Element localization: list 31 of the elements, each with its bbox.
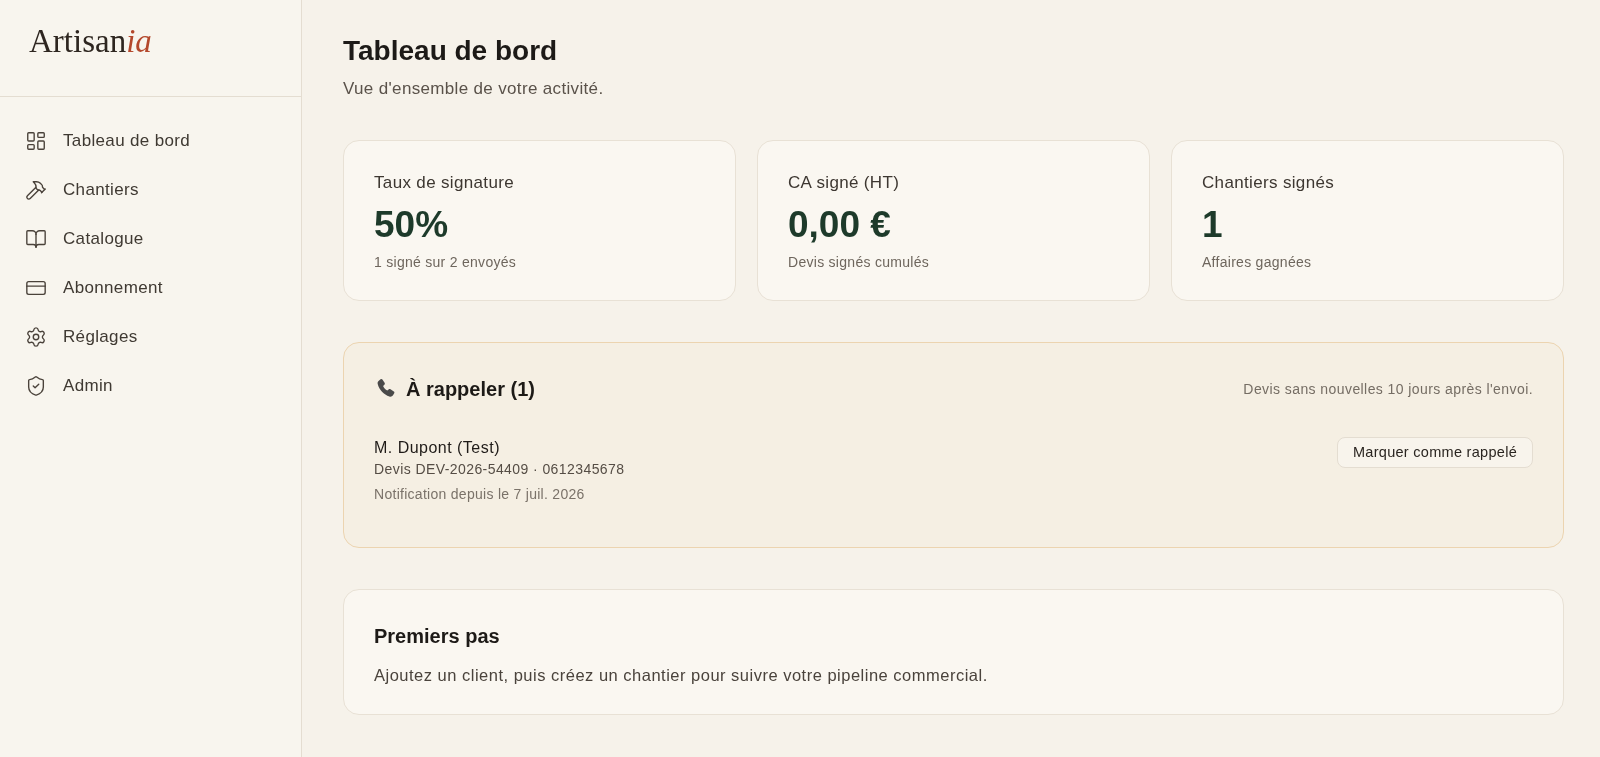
notification-date: Notification depuis le 7 juil. 2026 (374, 485, 585, 504)
stat-label: Taux de signature (374, 172, 514, 194)
settings-icon (25, 325, 47, 348)
grid-icon (25, 129, 47, 152)
mark-called-button[interactable]: Marquer comme rappelé (1336, 437, 1533, 468)
stat-value: 1 (1202, 203, 1223, 247)
client-name: M. Dupont (Test) (374, 438, 500, 458)
hammer-icon (25, 178, 47, 201)
stat-caption: Devis signés cumulés (788, 253, 929, 272)
stat-label: CA signé (HT) (788, 172, 900, 194)
nav-item[interactable]: Chantiers (0, 165, 301, 214)
shield-check-icon (25, 374, 47, 397)
app-logo[interactable]: Artisania (29, 20, 152, 62)
stat-caption: Affaires gagnées (1202, 253, 1312, 272)
first-steps-text: Ajoutez un client, puis créez un chantier pour suivre votre pipeline commercial. (374, 665, 988, 686)
page-subtitle: Vue d'ensemble de votre activité. (343, 78, 604, 100)
nav-item[interactable]: Catalogue (0, 214, 301, 263)
nav-item[interactable]: Admin (0, 361, 301, 410)
callback-note: Devis sans nouvelles 10 jours après l'envoi. (1243, 380, 1533, 399)
callback-title: À rappeler (1) (406, 377, 535, 402)
quote-details: Devis DEV-2026-54409 · 0612345678 (374, 460, 625, 479)
nav-item[interactable]: Abonnement (0, 263, 301, 312)
page-title: Tableau de bord (343, 34, 558, 68)
first-steps-title: Premiers pas (374, 624, 500, 649)
nav-item[interactable]: Tableau de bord (0, 116, 301, 165)
book-icon (25, 227, 47, 250)
stat-caption: 1 signé sur 2 envoyés (374, 253, 517, 272)
stat-value: 0,00 € (788, 203, 891, 247)
stat-value: 50% (374, 203, 449, 247)
nav-item[interactable]: Réglages (0, 312, 301, 361)
stat-label: Chantiers signés (1202, 172, 1335, 194)
